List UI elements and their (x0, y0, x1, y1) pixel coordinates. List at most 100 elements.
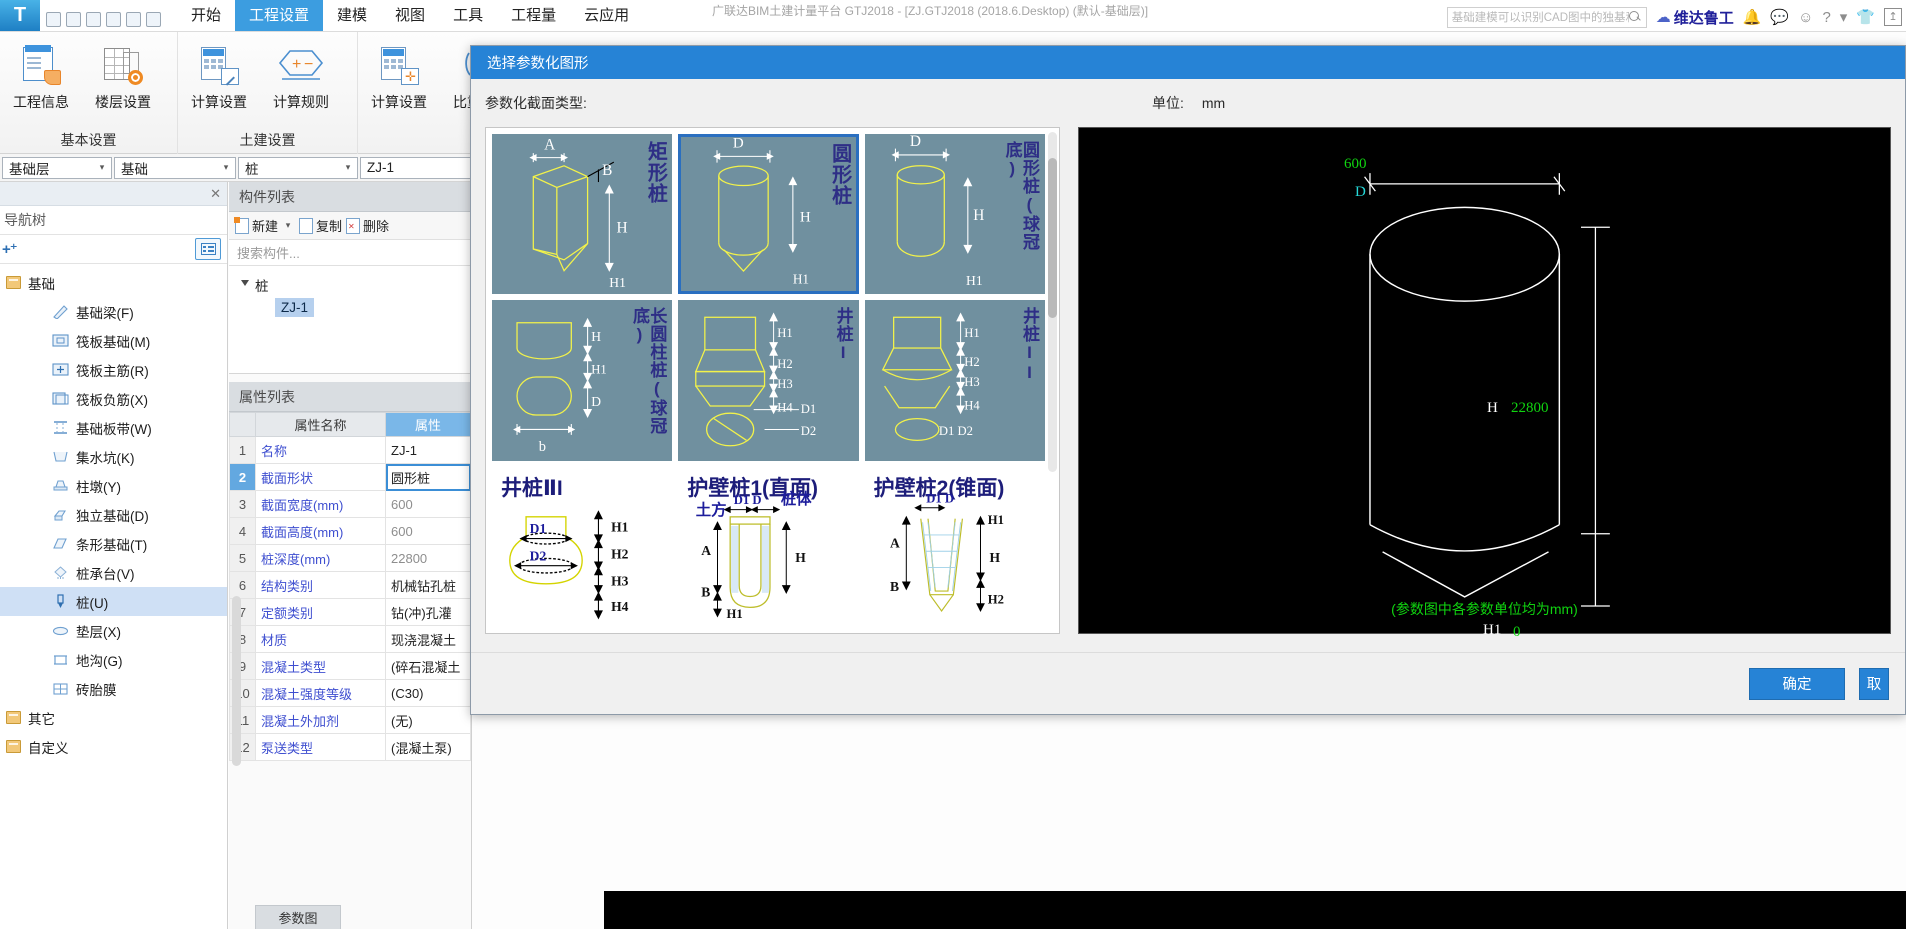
tree-root-foundation[interactable]: 基础 (0, 268, 227, 297)
new-component-button[interactable]: 新建 ▾ (234, 216, 295, 235)
table-row[interactable]: 7 定额类别 钻(冲)孔灌 (229, 598, 471, 626)
close-icon[interactable]: ✕ (210, 186, 221, 202)
redo-icon[interactable] (106, 12, 121, 27)
app-logo[interactable]: T (0, 0, 40, 31)
save-icon[interactable] (46, 12, 61, 27)
row-value[interactable]: 22800 (385, 544, 471, 572)
tab-quantity[interactable]: 工程量 (497, 0, 570, 31)
sidebar-item-strip-footing[interactable]: 条形基础(T) (0, 529, 227, 558)
table-row[interactable]: 12 泵送类型 (混凝土泵) (229, 733, 471, 761)
list-item[interactable]: ZJ-1 (275, 298, 314, 317)
floor-selector[interactable]: 基础层 ▾ (2, 156, 112, 179)
table-row[interactable]: 10 混凝土强度等级 (C30) (229, 679, 471, 707)
shape-option-round-pile[interactable]: D H H1 圆形桩 (678, 134, 859, 295)
row-value[interactable]: 现浇混凝土 (385, 625, 471, 653)
search-icon[interactable] (1628, 10, 1642, 24)
tab-parametric-diagram[interactable]: 参数图 (255, 905, 341, 929)
category-selector[interactable]: 基础 ▾ (114, 156, 236, 179)
shape-option-well-pile-3[interactable]: 井桩ⅡI D1 D2 H1 H2 H3 H4 (492, 466, 673, 627)
sidebar-item-raft-negative-rebar[interactable]: 筏板负筋(X) (0, 384, 227, 413)
sidebar-item-foundation-slab-band[interactable]: 基础板带(W) (0, 413, 227, 442)
sidebar-item-raft-foundation[interactable]: 筏板基础(M) (0, 326, 227, 355)
export-icon[interactable]: ↥ (1884, 8, 1902, 26)
tree-root-others[interactable]: 其它 (0, 703, 227, 732)
tab-project-settings[interactable]: 工程设置 (235, 0, 324, 31)
tab-view[interactable]: 视图 (381, 0, 439, 31)
sidebar-item-pile[interactable]: 桩(U) (0, 587, 227, 616)
row-value[interactable]: (无) (385, 706, 471, 734)
tree-root-custom[interactable]: 自定义 (0, 732, 227, 761)
sidebar-item-brick-formwork[interactable]: 砖胎膜 (0, 674, 227, 703)
bell-icon[interactable]: 🔔 (1743, 10, 1762, 25)
table-row[interactable]: 6 结构类别 机械钻孔桩 (229, 571, 471, 599)
rebar-calc-settings-button[interactable]: ✛ 计算设置 (358, 38, 440, 112)
calc-settings-button[interactable]: 计算设置 (178, 38, 260, 112)
row-value[interactable]: 600 (385, 517, 471, 545)
help-icon[interactable]: ? (1822, 10, 1830, 25)
component-group-pile[interactable]: 桩 (229, 272, 471, 298)
cloud-icon[interactable] (146, 12, 161, 27)
cancel-button[interactable]: 取 (1859, 667, 1889, 700)
help-caret-icon[interactable]: ▾ (1840, 10, 1848, 25)
tab-tools[interactable]: 工具 (439, 0, 497, 31)
face-icon[interactable]: ☺ (1798, 10, 1813, 25)
delete-component-button[interactable]: 删除 (346, 216, 389, 235)
search-input[interactable]: 基础建模可以识别CAD图中的独基和承台吗? (1446, 6, 1647, 28)
chevron-down-icon[interactable]: ▾ (341, 162, 355, 173)
chevron-down-icon[interactable]: ▾ (95, 162, 109, 173)
table-row[interactable]: 9 混凝土类型 (碎石混凝土 (229, 652, 471, 680)
row-value[interactable]: ZJ-1 (385, 436, 471, 464)
floor-settings-button[interactable]: 楼层设置 (82, 38, 164, 112)
row-value[interactable]: (碎石混凝土 (385, 652, 471, 680)
shirt-icon[interactable]: 👕 (1856, 10, 1875, 25)
shape-option-rect-pile[interactable]: A B H H1 矩形桩 (492, 134, 673, 295)
sidebar-item-pile-cap[interactable]: 桩承台(V) (0, 558, 227, 587)
sidebar-item-sump-pit[interactable]: 集水坑(K) (0, 442, 227, 471)
tab-modeling[interactable]: 建模 (323, 0, 381, 31)
shape-option-well-pile-1[interactable]: H1 H2 H3 H4 D1 D2 井桩I (678, 300, 859, 461)
confirm-button[interactable]: 确定 (1749, 667, 1845, 700)
table-row[interactable]: 1 名称 ZJ-1 (229, 436, 471, 464)
print-icon[interactable] (126, 12, 141, 27)
property-scrollbar[interactable] (232, 596, 241, 766)
list-view-icon[interactable] (195, 238, 221, 260)
open-icon[interactable] (66, 12, 81, 27)
tab-start[interactable]: 开始 (177, 0, 235, 31)
sidebar-item-foundation-beam[interactable]: 基础梁(F) (0, 297, 227, 326)
shape-option-round-pile-dome[interactable]: D H H1 圆形桩(球冠底) (864, 134, 1045, 295)
chevron-down-icon[interactable]: ▾ (281, 220, 295, 231)
table-row[interactable]: 8 材质 现浇混凝土 (229, 625, 471, 653)
row-value[interactable]: 钻(冲)孔灌 (385, 598, 471, 626)
shape-option-wall-pile-1[interactable]: 护壁桩1(直面) 土方 D1 D 桩体 A B H H1 (678, 466, 859, 627)
row-value[interactable]: 机械钻孔桩 (385, 571, 471, 599)
drawing-canvas[interactable] (604, 891, 1906, 929)
sidebar-item-raft-main-rebar[interactable]: 筏板主筋(R) (0, 355, 227, 384)
row-value[interactable]: 600 (385, 490, 471, 518)
undo-icon[interactable] (86, 12, 101, 27)
sidebar-item-cushion[interactable]: 垫层(X) (0, 616, 227, 645)
shape-option-wall-pile-2[interactable]: 护壁桩2(锥面) D1 D A B H1 H H2 (864, 466, 1045, 627)
sidebar-item-isolated-footing[interactable]: 独立基础(D) (0, 500, 227, 529)
row-value[interactable]: (C30) (385, 679, 471, 707)
calc-rule-button[interactable]: + − 计算规则 (260, 38, 342, 112)
project-info-button[interactable]: 工程信息 (0, 38, 82, 112)
message-icon[interactable]: 💬 (1770, 10, 1789, 25)
component-search-input[interactable]: 搜索构件... (229, 240, 471, 266)
shape-option-well-pile-2[interactable]: H1 H2 H3 H4 D1 D2 井桩II (864, 300, 1045, 461)
table-row[interactable]: 5 桩深度(mm) 22800 (229, 544, 471, 572)
table-row[interactable]: 4 截面高度(mm) 600 (229, 517, 471, 545)
table-row[interactable]: 11 混凝土外加剂 (无) (229, 706, 471, 734)
table-row[interactable]: 3 截面宽度(mm) 600 (229, 490, 471, 518)
sidebar-item-trench[interactable]: 地沟(G) (0, 645, 227, 674)
table-row[interactable]: 2 截面形状 圆形桩 (229, 463, 471, 491)
element-selector[interactable]: 桩 ▾ (238, 156, 358, 179)
row-value[interactable]: (混凝土泵) (385, 733, 471, 761)
chevron-down-icon[interactable]: ▾ (219, 162, 233, 173)
copy-component-button[interactable]: 复制 (299, 216, 342, 235)
add-icon[interactable]: +⁺ (2, 240, 18, 258)
shape-option-long-round-column[interactable]: H H1 D b 长圆柱桩(球冠底) (492, 300, 673, 461)
chevron-down-icon[interactable] (241, 280, 249, 290)
sidebar-item-column-pedestal[interactable]: 柱墩(Y) (0, 471, 227, 500)
shape-gallery-scrollbar[interactable] (1048, 132, 1057, 472)
row-value[interactable]: 圆形桩 (385, 463, 471, 491)
